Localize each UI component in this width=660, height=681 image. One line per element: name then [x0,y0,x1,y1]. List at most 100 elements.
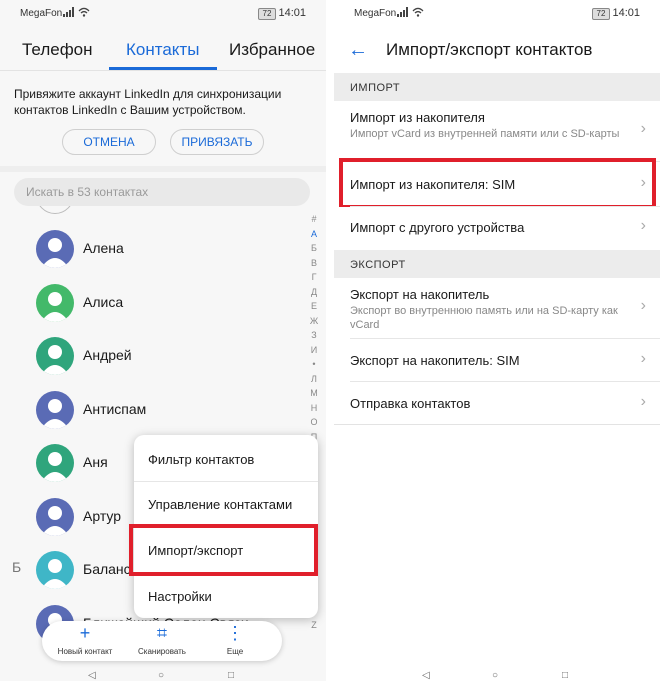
import-from-storage-row[interactable]: Импорт из накопителя Импорт vCard из вну… [334,101,660,161]
bind-button[interactable]: ПРИВЯЗАТЬ [170,129,264,155]
new-contact-button[interactable]: + Новый контакт [50,623,120,656]
tab-contacts[interactable]: Контакты [126,40,199,60]
export-storage-title: Экспорт на накопитель [350,287,490,302]
index-letter[interactable]: Л [308,374,320,384]
contacts-screen: MegaFon 72 14:01 Телефон Контакты Избран… [0,0,326,681]
import-from-device-row[interactable]: Импорт с другого устройства › [334,207,660,249]
avatar [36,444,74,482]
index-letter[interactable]: Б [308,243,320,253]
export-sim-title: Экспорт на накопитель: SIM [350,353,520,368]
chevron-right-icon: › [640,297,646,314]
home-nav-icon[interactable]: ○ [492,670,498,681]
contact-name: Аня [83,454,108,470]
index-letter[interactable]: Г [308,272,320,282]
index-letter[interactable]: А [308,229,320,239]
person-icon [36,283,74,322]
index-letter[interactable]: Д [308,287,320,297]
avatar [36,230,74,268]
contact-row[interactable]: Антиспам [36,385,306,435]
index-letter[interactable]: Н [308,403,320,413]
import-header-label: ИМПОРТ [350,82,401,94]
send-contacts-row[interactable]: Отправка контактов › [334,382,660,424]
wifi-icon [412,7,424,17]
highlight-import-sim [339,158,656,209]
export-to-storage-row[interactable]: Экспорт на накопитель Экспорт во внутрен… [334,278,660,338]
index-letter[interactable]: О [308,417,320,427]
index-letter[interactable]: В [308,258,320,268]
menu-item-filter[interactable]: Фильтр контактов [148,452,254,467]
new-contact-label: Новый контакт [57,647,113,656]
index-letter[interactable]: Е [308,301,320,311]
more-button[interactable]: ⋮ Еще [200,623,270,656]
more-vertical-icon: ⋮ [226,623,244,643]
import-device-title: Импорт с другого устройства [350,220,525,235]
cancel-button[interactable]: ОТМЕНА [62,129,156,155]
avatar [36,337,74,375]
import-storage-subtitle: Импорт vCard из внутренней памяти или с … [350,128,620,140]
search-placeholder: Искать в 53 контактах [26,185,149,199]
bottom-action-bar: + Новый контакт ⌗ Сканировать ⋮ Еще [42,621,282,661]
import-section-header: ИМПОРТ [334,73,660,101]
avatar [36,497,74,536]
avatar [36,283,74,322]
recents-nav-icon[interactable]: □ [562,670,568,681]
contact-name: Баланс [83,561,131,577]
home-nav-icon[interactable]: ○ [158,670,164,681]
index-letter[interactable]: З [308,330,320,340]
back-nav-icon[interactable]: ◁ [422,670,430,681]
contact-name: Андрей [83,347,132,363]
signal-icon [63,7,74,17]
chevron-right-icon: › [640,350,646,367]
wifi-icon [78,7,90,17]
scan-button[interactable]: ⌗ Сканировать [127,623,197,656]
index-letter[interactable]: Ж [308,316,320,326]
search-input[interactable]: Искать в 53 контактах [14,178,310,206]
back-arrow-icon[interactable]: ← [348,39,368,62]
contact-row[interactable]: Андрей [36,331,306,381]
export-header-label: ЭКСПОРТ [350,259,406,271]
export-to-sim-row[interactable]: Экспорт на накопитель: SIM › [334,339,660,381]
index-letter[interactable]: М [308,388,320,398]
list-end-divider [334,424,660,425]
highlight-import-export [129,524,318,576]
avatar [36,551,74,589]
partial-avatar [36,206,74,214]
import-storage-title: Импорт из накопителя [350,110,485,125]
clock: 14:01 [612,7,640,19]
recents-nav-icon[interactable]: □ [228,670,234,681]
contact-name: Антиспам [83,400,147,417]
menu-item-manage[interactable]: Управление контактами [148,497,292,512]
more-label: Еще [226,647,244,656]
tab-favorites[interactable]: Избранное [229,40,315,60]
back-nav-icon[interactable]: ◁ [88,670,96,681]
section-letter: Б [12,559,22,575]
person-icon [36,337,74,375]
person-icon [36,390,74,429]
index-letter[interactable]: • [308,359,320,369]
person-icon [36,230,74,268]
tab-phone[interactable]: Телефон [22,40,93,60]
contact-name: Артур [83,507,122,524]
tab-divider [0,70,326,71]
avatar [36,390,74,429]
index-letter[interactable]: # [308,214,320,224]
person-icon [36,551,74,589]
index-letter[interactable]: Z [308,620,320,630]
index-letter[interactable]: И [308,345,320,355]
section-divider [0,166,326,172]
app-header: ← Импорт/экспорт контактов [334,30,660,70]
system-nav-bar: ◁ ○ □ [334,668,660,681]
chevron-right-icon: › [640,217,646,234]
export-storage-subtitle: Экспорт во внутреннюю память или на SD-к… [350,305,618,331]
battery-icon: 72 [592,8,610,20]
contact-name: Алиса [83,293,124,310]
chevron-right-icon: › [640,120,646,137]
status-bar: MegaFon 72 14:01 [334,0,660,28]
contact-row[interactable]: Алиса [36,278,306,328]
carrier-label: MegaFon [20,8,63,19]
linkedin-prompt: Привяжите аккаунт LinkedIn для синхрониз… [14,87,282,117]
contact-row[interactable]: Алена [36,224,306,274]
page-title: Импорт/экспорт контактов [386,40,593,59]
menu-divider [134,481,318,482]
menu-item-settings[interactable]: Настройки [148,589,212,604]
